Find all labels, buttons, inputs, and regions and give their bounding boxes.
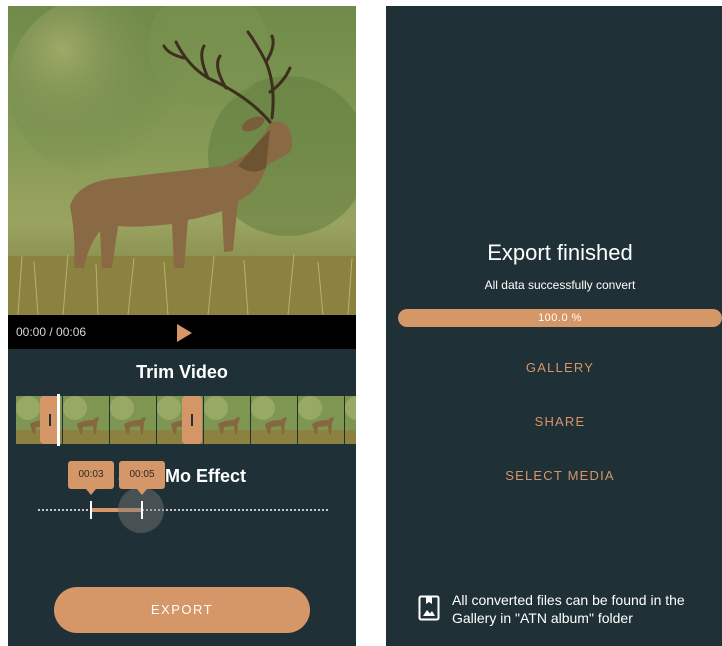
export-title: Export finished	[487, 240, 633, 265]
export-progress-bar: 100.0 %	[398, 309, 722, 327]
export-subtitle: All data successfully convert	[484, 278, 636, 292]
filmstrip-frame	[63, 396, 109, 444]
slomo-end-label: 00:05	[119, 461, 165, 495]
trim-end-handle[interactable]	[182, 396, 202, 444]
play-icon[interactable]	[174, 323, 194, 343]
time-display: 00:00 / 00:06	[16, 325, 87, 339]
export-button[interactable]: EXPORT	[54, 587, 310, 633]
filmstrip-frame	[345, 396, 356, 444]
trim-title: Trim Video	[136, 362, 228, 382]
slomo-end-thumb[interactable]	[141, 501, 143, 519]
deer-image	[8, 6, 356, 315]
filmstrip-frame	[251, 396, 297, 444]
filmstrip-frame	[204, 396, 250, 444]
slomo-start-thumb[interactable]	[90, 501, 92, 519]
video-preview[interactable]	[8, 6, 356, 315]
playhead[interactable]	[57, 394, 60, 446]
video-controls: 00:00 / 00:06	[8, 315, 356, 349]
select-media-button[interactable]: SELECT MEDIA	[460, 468, 660, 483]
filmstrip-frame	[298, 396, 344, 444]
share-button[interactable]: SHARE	[460, 414, 660, 429]
filmstrip-frame	[110, 396, 156, 444]
slomo-title: Slow Mo Effect	[117, 466, 246, 486]
export-finished-screen: Export finished All data successfully co…	[386, 6, 722, 646]
gallery-info-text: All converted files can be found in the …	[452, 592, 685, 626]
slomo-track[interactable]	[38, 509, 328, 511]
trim-screen: 00:00 / 00:06 Trim Video Slow Mo Effect …	[8, 6, 356, 646]
gallery-button[interactable]: GALLERY	[460, 360, 660, 375]
image-bookmark-icon	[418, 595, 440, 621]
progress-label: 100.0 %	[538, 312, 582, 324]
slomo-start-label: 00:03	[68, 461, 114, 495]
